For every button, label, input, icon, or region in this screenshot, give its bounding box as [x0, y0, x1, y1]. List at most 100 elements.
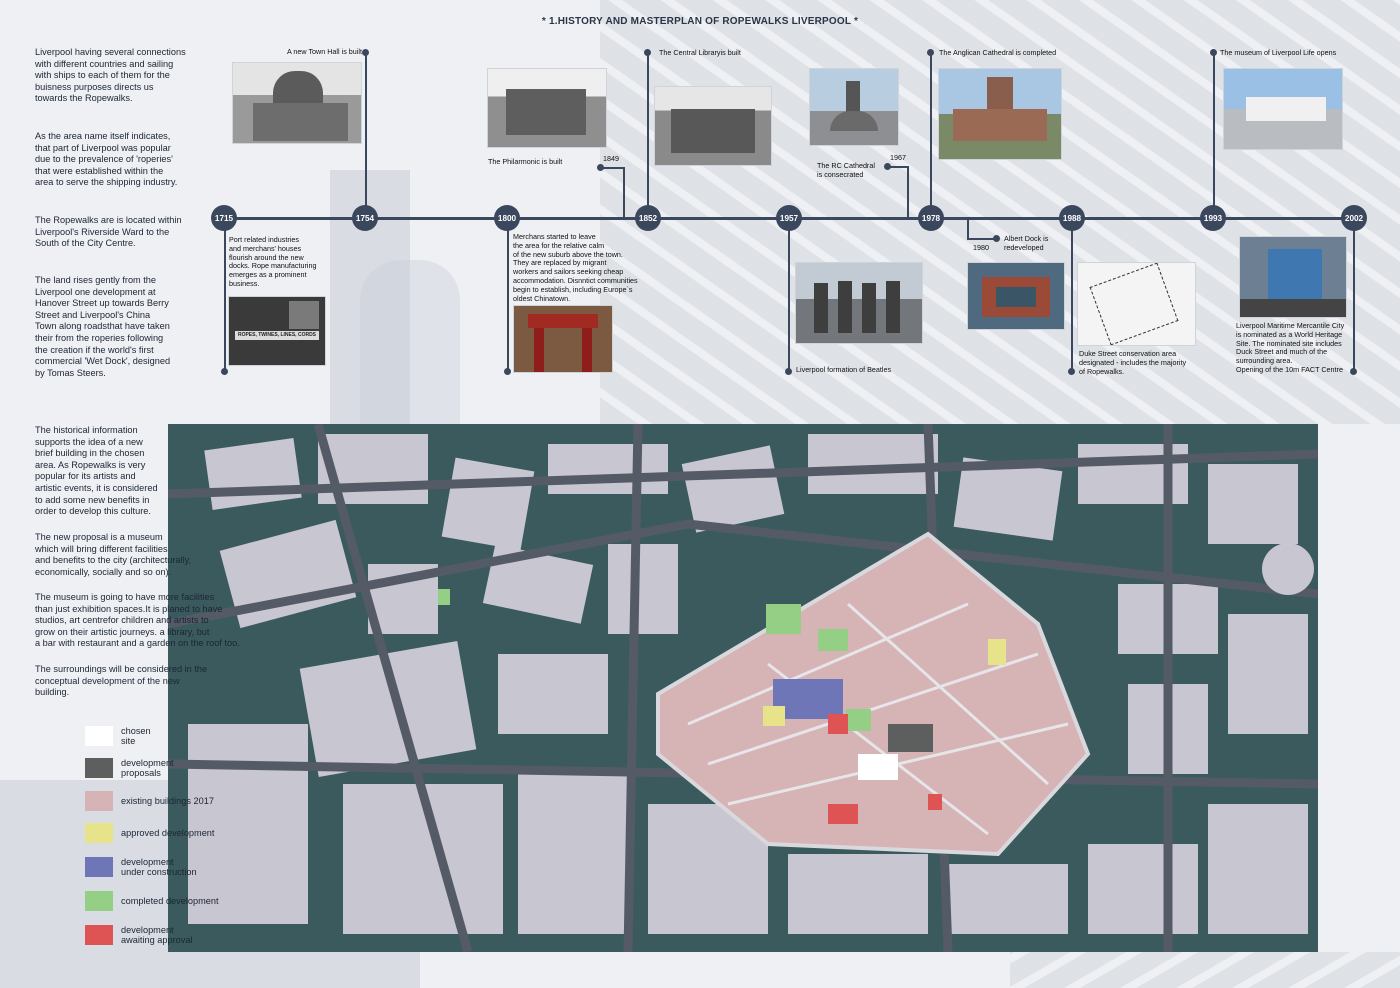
timeline-stem — [907, 166, 909, 218]
legend-label: completed development — [121, 895, 219, 906]
caption-albert-dock: Albert Dock is redeveloped — [1004, 234, 1049, 252]
caption-maritime: Liverpool Maritime Mercantile City is no… — [1236, 321, 1345, 374]
legend-label: approved development — [121, 827, 215, 838]
year-label-1849: 1849 — [603, 154, 619, 163]
legend-swatch — [85, 823, 113, 843]
awaiting-approval-area — [828, 804, 858, 824]
timeline-stem-end — [644, 49, 651, 56]
completed-development-area — [846, 709, 871, 731]
timeline-stem — [647, 52, 649, 217]
legend-item-under-construction: development under construction — [85, 854, 197, 880]
legend-label: development under construction — [121, 856, 197, 878]
legend-label: existing buildings 2017 — [121, 795, 214, 806]
year-node-1993: 1993 — [1200, 205, 1226, 231]
intro-paragraph: The land rises gently from the Liverpool… — [35, 275, 171, 378]
timeline-stem — [623, 167, 625, 218]
legend-swatch — [85, 891, 113, 911]
year-node-1800: 1800 — [494, 205, 520, 231]
timeline-stem — [967, 219, 969, 239]
approved-development-area — [988, 639, 1006, 665]
legend-swatch — [85, 857, 113, 877]
year-node-1852: 1852 — [635, 205, 661, 231]
timeline-stem-end — [1210, 49, 1217, 56]
completed-development-area — [818, 629, 848, 651]
legend-swatch — [85, 758, 113, 778]
legend-item-existing-buildings: existing buildings 2017 — [85, 788, 214, 814]
intro-paragraph: The Ropewalks are is located within Live… — [35, 215, 182, 249]
legend-label: chosen site — [121, 725, 151, 747]
duke-street-map-photo — [1077, 262, 1196, 346]
central-library-photo — [654, 86, 772, 166]
timeline-stem-end — [785, 368, 792, 375]
caption-central-library: The Central Libraryis built — [659, 48, 741, 57]
legend-swatch — [85, 726, 113, 746]
timeline-stem — [507, 219, 509, 371]
caption-beatles: Liverpool formation of Beatles — [796, 365, 892, 374]
year-node-2002: 2002 — [1341, 205, 1367, 231]
legend-item-completed-development: completed development — [85, 888, 219, 914]
caption-anglican: The Anglican Cathedral is completed — [939, 48, 1057, 57]
year-node-1988: 1988 — [1059, 205, 1085, 231]
anglican-cathedral-photo — [938, 68, 1062, 160]
timeline-stem — [365, 52, 367, 217]
timeline-stem-end — [993, 235, 1000, 242]
timeline-stem-end — [504, 368, 511, 375]
chinatown-arch-photo — [513, 305, 613, 373]
town-hall-photo — [232, 62, 362, 144]
map-drawing — [168, 424, 1318, 952]
page-title: * 1.HISTORY AND MASTERPLAN OF ROPEWALKS … — [541, 16, 859, 27]
rc-cathedral-photo — [809, 68, 899, 146]
timeline-stem-end — [597, 164, 604, 171]
completed-development-area — [438, 589, 450, 605]
ropewalks-masterplan-map — [168, 424, 1318, 952]
proposal-paragraph: The historical information supports the … — [35, 425, 158, 517]
beatles-statue-photo — [795, 262, 923, 344]
poster-page: { "title": "* 1.HISTORY AND MASTERPLAN O… — [0, 0, 1400, 988]
proposal-paragraph: The surroundings will be considered in t… — [35, 664, 208, 698]
development-proposal-area — [888, 724, 933, 752]
caption-merchants: Merchans started to leave the area for t… — [513, 232, 638, 303]
legend-item-approved-development: approved development — [85, 820, 214, 846]
philharmonic-photo — [487, 68, 607, 148]
year-node-1978: 1978 — [918, 205, 944, 231]
timeline-stem-end — [1068, 368, 1075, 375]
roundabout-building — [1262, 543, 1314, 595]
year-node-1715: 1715 — [211, 205, 237, 231]
year-label-1980: 1980 — [973, 243, 989, 252]
caption-rc-cathedral: The RC Cathedral is consecrated — [817, 161, 875, 179]
caption-town-hall: A new Town Hall is built — [287, 47, 362, 56]
rope-shop-photo: ROPES, TWINES, LINES, CORDS — [228, 296, 326, 366]
intro-paragraph: As the area name itself indicates, that … — [35, 131, 178, 188]
proposal-paragraph: The museum is going to have more facilit… — [35, 592, 240, 649]
legend-label: development awaiting approval — [121, 924, 193, 946]
legend-label: development proposals — [121, 757, 174, 779]
timeline-stem — [1071, 219, 1073, 371]
timeline-stem — [224, 219, 226, 371]
timeline-stem — [930, 52, 932, 217]
completed-development-area — [766, 604, 801, 634]
year-node-1957: 1957 — [776, 205, 802, 231]
caption-philharmonic: The Philarmonic is built — [488, 157, 563, 166]
legend-item-development-proposals: development proposals — [85, 755, 174, 781]
rope-shop-sign: ROPES, TWINES, LINES, CORDS — [235, 331, 319, 340]
chosen-site — [858, 754, 898, 780]
fact-centre-photo — [1239, 236, 1347, 318]
background-city-plan — [1010, 952, 1400, 988]
timeline-stem — [788, 219, 790, 371]
year-label-1967: 1967 — [890, 153, 906, 162]
caption-port: Port related industries and merchans' ho… — [229, 235, 317, 288]
timeline-stem — [967, 238, 995, 240]
timeline-stem-end — [927, 49, 934, 56]
timeline-stem-end — [362, 49, 369, 56]
caption-museum-life: The museum of Liverpool Life opens — [1220, 48, 1337, 57]
legend-swatch — [85, 791, 113, 811]
legend-item-awaiting-approval: development awaiting approval — [85, 922, 193, 948]
intro-paragraph: Liverpool having several connections wit… — [35, 47, 186, 104]
legend-swatch — [85, 925, 113, 945]
timeline-stem-end — [221, 368, 228, 375]
awaiting-approval-area — [928, 794, 942, 810]
timeline-stem-end — [884, 163, 891, 170]
museum-of-liverpool-photo — [1223, 68, 1343, 150]
proposal-paragraph: The new proposal is a museum which will … — [35, 532, 192, 577]
caption-duke-street: Duke Street conservation area designated… — [1079, 349, 1187, 376]
